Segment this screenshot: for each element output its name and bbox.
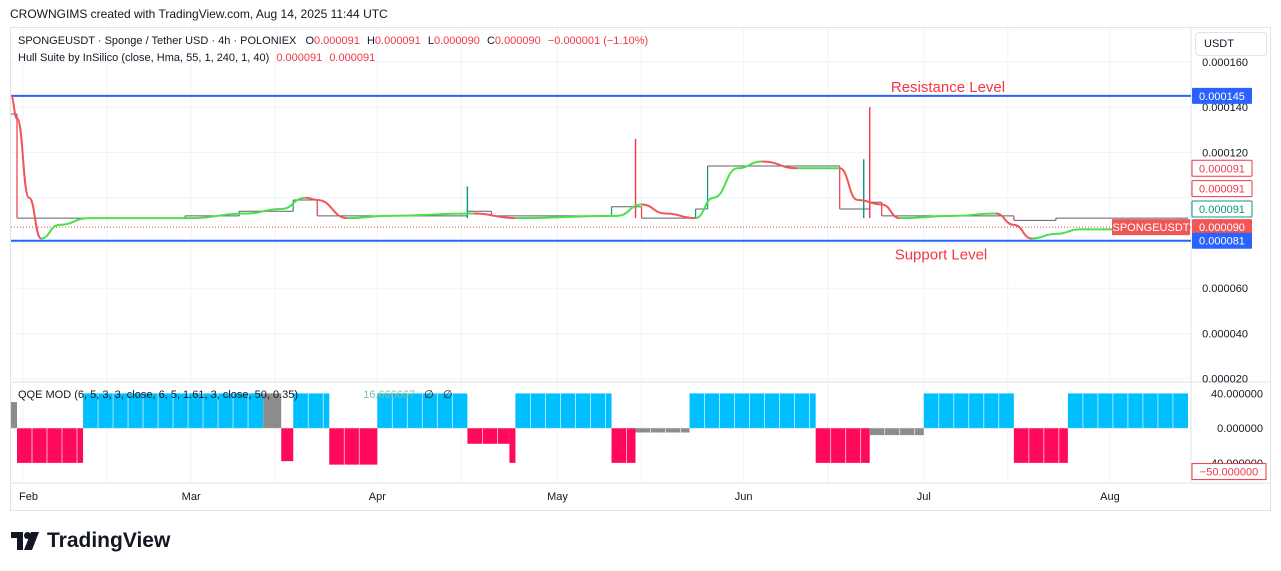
hull-segment xyxy=(839,167,859,201)
qqe-histogram xyxy=(11,393,1191,465)
axes: 0.000160 0.000140 0.000120 0.000060 0.000040… xyxy=(19,57,1263,503)
hull-segment xyxy=(1055,228,1080,235)
hull-segment xyxy=(695,196,714,220)
symbol-tag: SPONGEUSDT xyxy=(1112,222,1189,234)
hull-segment xyxy=(713,167,738,199)
price-label: 0.000091 xyxy=(1199,204,1245,216)
price-label: 0.000081 xyxy=(1199,236,1245,248)
price-axis-tick: 0.000160 xyxy=(1202,57,1248,69)
qqe-bar xyxy=(815,428,870,463)
resistance-level-label: Resistance Level xyxy=(891,79,1005,96)
price-axis-tick: 0.000040 xyxy=(1202,328,1248,340)
hull-segment xyxy=(665,212,696,220)
support-level-label: Support Level xyxy=(895,247,988,264)
price-axis-tick: 0.000120 xyxy=(1202,147,1248,159)
price-label: 0.000145 xyxy=(1199,91,1245,103)
qqe-label: QQE MOD (6, 5, 3, 3, close, 6, 5, 1.61, … xyxy=(18,389,299,401)
close-value: 0.000090 xyxy=(494,35,541,47)
currency-selector[interactable]: USDT xyxy=(1195,32,1267,56)
hull-suite-line xyxy=(10,94,1188,240)
hull-segment xyxy=(761,160,798,170)
change-value: −0.000001 (−1.10%) xyxy=(547,35,649,47)
time-axis-label: Aug xyxy=(1100,491,1120,503)
hull-segment xyxy=(737,160,762,170)
open-value: 0.000091 xyxy=(314,35,360,47)
qqe-bar xyxy=(17,428,84,463)
hull-value-1: 0.000091 xyxy=(276,52,323,64)
qqe-bar xyxy=(869,428,924,436)
hull-segment xyxy=(617,203,642,217)
qqe-last-label: −50.000000 xyxy=(1200,467,1258,479)
hull-legend: Hull Suite by InSilico (close, Hma, 55, … xyxy=(18,52,375,64)
qqe-legend: QQE MOD (6, 5, 3, 3, close, 6, 5, 1.61, … xyxy=(18,388,452,401)
hull-value-2: 0.000091 xyxy=(329,52,376,64)
qqe-bar xyxy=(689,393,816,429)
time-axis-label: Mar xyxy=(182,491,201,503)
symbol-legend: SPONGEUSDT · Sponge / Tether USD · 4h · … xyxy=(18,35,648,47)
price-chart[interactable]: Resistance LevelSupport Level 0.0001600.… xyxy=(0,0,1281,571)
price-axis-tick: 0.000060 xyxy=(1202,283,1248,295)
brand-name: TradingView xyxy=(47,529,171,552)
symbol-name: SPONGEUSDT · Sponge / Tether USD · 4h · … xyxy=(18,35,297,47)
time-axis-label: Feb xyxy=(19,491,38,503)
price-label: 0.000091 xyxy=(1199,184,1245,196)
hull-segment xyxy=(1031,232,1056,240)
hull-segment xyxy=(59,217,90,226)
qqe-na-2: ∅ xyxy=(442,389,453,401)
qqe-na-1: ∅ xyxy=(424,389,434,401)
tradingview-logo-icon xyxy=(11,532,39,550)
time-axis-label: Jul xyxy=(917,491,931,503)
low-value: 0.000090 xyxy=(433,35,480,47)
time-axis-label: Jun xyxy=(735,491,753,503)
price-label: 0.000090 xyxy=(1199,222,1245,234)
close-label: C xyxy=(486,35,495,47)
open-label: O xyxy=(305,35,314,47)
hull-label: Hull Suite by InSilico (close, Hma, 55, … xyxy=(18,52,270,64)
hull-segment xyxy=(641,203,666,215)
horizontal-levels: Resistance Level Support Level xyxy=(11,79,1191,264)
price-candles xyxy=(11,107,1191,228)
tradingview-logo: TradingView xyxy=(11,529,170,553)
qqe-axis-tick: 0.000000 xyxy=(1217,423,1263,435)
price-axis-tick: 0.000140 xyxy=(1202,102,1248,114)
price-axis-tick: 0.000020 xyxy=(1202,374,1248,386)
high-label: H xyxy=(366,35,375,47)
qqe-bar xyxy=(1013,428,1068,463)
currency-label: USDT xyxy=(1204,38,1234,50)
time-axis-label: Apr xyxy=(369,491,386,503)
qqe-value: 16.666667 xyxy=(363,389,416,401)
qqe-bar xyxy=(515,393,612,429)
high-value: 0.000091 xyxy=(374,35,421,47)
qqe-bar xyxy=(635,428,690,433)
hull-segment xyxy=(995,212,1014,226)
time-axis-label: May xyxy=(547,491,568,503)
price-label: 0.000091 xyxy=(1199,163,1245,175)
qqe-axis-tick: 40.000000 xyxy=(1211,388,1263,400)
